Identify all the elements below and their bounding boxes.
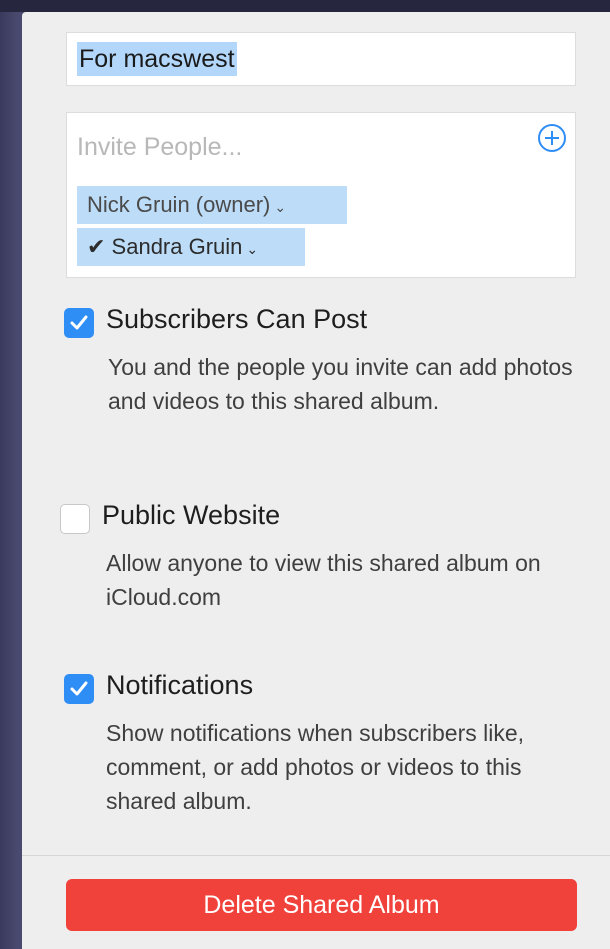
notifications-description: Show notifications when subscribers like…: [106, 720, 525, 814]
invitee-token-subscriber[interactable]: ✔ Sandra Gruin ⌄: [77, 228, 305, 266]
invite-people-placeholder: Invite People...: [77, 133, 243, 161]
invitee-token-owner[interactable]: Nick Gruin (owner) ⌄: [77, 186, 347, 224]
public-website-description: Allow anyone to view this shared album o…: [106, 550, 541, 610]
album-name-field[interactable]: For macswest: [66, 32, 576, 86]
plus-circle-icon[interactable]: [537, 123, 567, 153]
invitee-name: ✔ Sandra Gruin: [87, 234, 243, 259]
subscribers-can-post-description: You and the people you invite can add ph…: [108, 354, 573, 414]
album-name-value[interactable]: For macswest: [77, 42, 237, 76]
subscribers-can-post-label[interactable]: Subscribers Can Post: [106, 304, 367, 335]
chevron-down-icon[interactable]: ⌄: [246, 241, 258, 257]
section-divider: [22, 855, 610, 856]
window-backdrop: [0, 0, 610, 12]
subscribers-can-post-checkbox[interactable]: [64, 308, 94, 338]
public-website-label[interactable]: Public Website: [102, 500, 280, 531]
notifications-label[interactable]: Notifications: [106, 670, 253, 701]
invite-people-field[interactable]: Invite People... Nick Gruin (owner) ⌄ ✔ S…: [66, 112, 576, 278]
chevron-down-icon[interactable]: ⌄: [274, 199, 286, 215]
invitee-name: Nick Gruin (owner): [87, 192, 271, 217]
notifications-checkbox[interactable]: [64, 674, 94, 704]
checkmark-icon: [70, 315, 88, 330]
shared-album-settings-panel: For macswest Invite People... Nick Gruin…: [22, 12, 610, 949]
delete-shared-album-button[interactable]: Delete Shared Album: [66, 879, 577, 931]
checkmark-icon: [70, 681, 88, 696]
public-website-checkbox[interactable]: [60, 504, 90, 534]
